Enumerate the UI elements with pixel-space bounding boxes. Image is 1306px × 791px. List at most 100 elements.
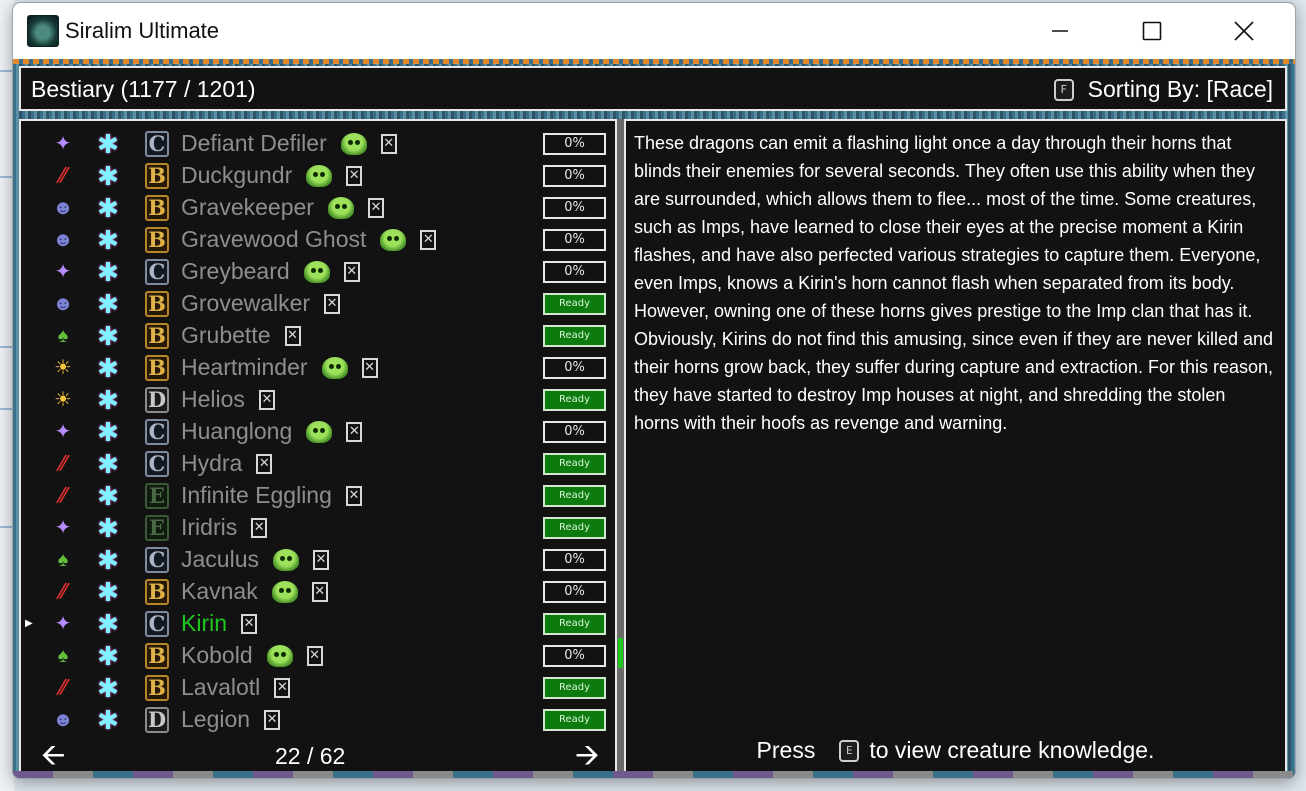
sparkle-race-icon: ✦: [54, 421, 72, 443]
window-title: Siralim Ultimate: [65, 18, 220, 43]
unchecked-box-icon: ✕: [345, 485, 362, 506]
class-star-icon: ✱: [97, 225, 119, 255]
unchecked-box-icon: ✕: [380, 133, 397, 154]
ready-badge: Ready: [543, 517, 606, 539]
creature-row[interactable]: ⫽ ✱ E Infinite Eggling ✕ Ready: [21, 480, 615, 512]
rank-icon: E: [145, 483, 169, 509]
rank-icon: E: [145, 515, 169, 541]
unchecked-box-icon: ✕: [256, 453, 273, 474]
creature-name-text: Defiant Defiler: [181, 130, 327, 156]
creature-row[interactable]: ♠ ✱ C Jaculus ✕ 0%: [21, 544, 615, 576]
creature-name-text: Gravekeeper: [181, 194, 314, 220]
unchecked-box-icon: ✕: [241, 613, 258, 634]
progress-badge: 0%: [543, 581, 606, 603]
bestiary-header: Bestiary (1177 / 1201) F Sorting By: [Ra…: [19, 66, 1287, 111]
creature-row[interactable]: ☻ ✱ B Gravekeeper ✕ 0%: [21, 192, 615, 224]
unchecked-box-icon: ✕: [312, 549, 329, 570]
creature-list[interactable]: ✦ ✱ C Defiant Defiler ✕ 0% ⫽ ✱ B Duckgundr ✕ 0% ☻ ✱ B G…: [19, 119, 617, 776]
rank-icon: C: [145, 419, 169, 445]
close-icon: [1234, 21, 1254, 41]
creature-row[interactable]: ✦ ✱ C Defiant Defiler ✕ 0%: [21, 128, 615, 160]
creature-row[interactable]: ✦ ✱ C Huanglong ✕ 0%: [21, 416, 615, 448]
class-star-icon: ✱: [97, 353, 119, 383]
creature-name-text: Helios: [181, 386, 245, 412]
goblin-icon: [306, 420, 333, 443]
pager: 🡨 22 / 62 🡪: [21, 741, 615, 771]
f-key-icon: F: [1053, 78, 1074, 101]
creature-name: Huanglong ✕: [181, 418, 363, 445]
creature-name-text: Kavnak: [181, 578, 258, 604]
creature-row[interactable]: ☀ ✱ B Heartminder ✕ 0%: [21, 352, 615, 384]
scrollbar[interactable]: [617, 119, 624, 776]
unchecked-box-icon: ✕: [306, 645, 323, 666]
creature-name-text: Hydra: [181, 450, 243, 476]
sparkle-race-icon: ✦: [54, 613, 72, 635]
sort-control[interactable]: F Sorting By: [Race]: [1053, 76, 1273, 103]
class-star-icon: ✱: [97, 161, 119, 191]
skull-race-icon: ☻: [52, 197, 74, 219]
claw-race-icon: ⫽: [55, 485, 71, 507]
rank-icon: B: [145, 355, 169, 381]
ready-badge: Ready: [543, 293, 606, 315]
maximize-button[interactable]: [1106, 3, 1198, 59]
creature-name: Kirin ✕: [181, 610, 258, 637]
creature-row[interactable]: ☀ ✱ D Helios ✕ Ready: [21, 384, 615, 416]
prompt-after: to view creature knowledge.: [869, 737, 1155, 763]
ready-badge: Ready: [543, 453, 606, 475]
creature-row[interactable]: ☻ ✱ B Grovewalker ✕ Ready: [21, 288, 615, 320]
unchecked-box-icon: ✕: [251, 517, 268, 538]
creature-name-text: Kobold: [181, 642, 253, 668]
creature-name: Kobold ✕: [181, 642, 323, 669]
scrollbar-thumb[interactable]: [618, 638, 623, 668]
creature-row[interactable]: ☻ ✱ D Legion ✕ Ready: [21, 704, 615, 736]
rank-icon: B: [145, 323, 169, 349]
claw-race-icon: ⫽: [55, 677, 71, 699]
prev-page-arrow-icon[interactable]: 🡨: [41, 741, 65, 771]
creature-row[interactable]: ⫽ ✱ C Hydra ✕ Ready: [21, 448, 615, 480]
knowledge-prompt: Press E to view creature knowledge.: [626, 737, 1285, 764]
description-panel: These dragons can emit a flashing light …: [624, 119, 1287, 776]
leaf-race-icon: ♠: [57, 645, 69, 667]
creature-row[interactable]: ⫽ ✱ B Duckgundr ✕ 0%: [21, 160, 615, 192]
ready-badge: Ready: [543, 709, 606, 731]
unchecked-box-icon: ✕: [346, 165, 363, 186]
selection-cursor-icon: ▶: [25, 618, 33, 629]
frame-border: [13, 59, 1295, 64]
rank-icon: B: [145, 227, 169, 253]
goblin-icon: [306, 164, 333, 187]
title-bar[interactable]: Siralim Ultimate: [13, 3, 1295, 59]
creature-name: Gravewood Ghost ✕: [181, 226, 437, 253]
creature-row[interactable]: ⫽ ✱ B Kavnak ✕ 0%: [21, 576, 615, 608]
creature-row[interactable]: ⫽ ✱ B Lavalotl ✕ Ready: [21, 672, 615, 704]
minimize-icon: [1052, 30, 1068, 32]
unchecked-box-icon: ✕: [284, 325, 301, 346]
sort-label: Sorting By: [Race]: [1087, 76, 1273, 102]
rank-icon: B: [145, 291, 169, 317]
claw-race-icon: ⫽: [55, 581, 71, 603]
frame-bottom: [13, 771, 1295, 778]
minimize-button[interactable]: [1014, 3, 1106, 59]
leaf-race-icon: ♠: [57, 549, 69, 571]
creature-name: Grovewalker ✕: [181, 290, 341, 317]
unchecked-box-icon: ✕: [367, 197, 384, 218]
creature-name-text: Heartminder: [181, 354, 308, 380]
creature-name-text: Gravewood Ghost: [181, 226, 367, 252]
game-window: Siralim Ultimate Bestiary (1177 / 1201) …: [12, 2, 1296, 779]
rank-icon: D: [145, 387, 169, 413]
class-star-icon: ✱: [97, 417, 119, 447]
creature-row[interactable]: ✦ ✱ C Greybeard ✕ 0%: [21, 256, 615, 288]
goblin-icon: [340, 132, 367, 155]
class-star-icon: ✱: [97, 193, 119, 223]
class-star-icon: ✱: [97, 289, 119, 319]
unchecked-box-icon: ✕: [311, 581, 328, 602]
creature-row[interactable]: ♠ ✱ B Grubette ✕ Ready: [21, 320, 615, 352]
creature-row[interactable]: ▶ ✦ ✱ C Kirin ✕ Ready: [21, 608, 615, 640]
next-page-arrow-icon[interactable]: 🡪: [575, 741, 599, 771]
close-button[interactable]: [1198, 3, 1290, 59]
creature-row[interactable]: ✦ ✱ E Iridris ✕ Ready: [21, 512, 615, 544]
creature-row[interactable]: ☻ ✱ B Gravewood Ghost ✕ 0%: [21, 224, 615, 256]
creature-row[interactable]: ♠ ✱ B Kobold ✕ 0%: [21, 640, 615, 672]
creature-name: Grubette ✕: [181, 322, 301, 349]
class-star-icon: ✱: [97, 705, 119, 735]
goblin-icon: [272, 548, 299, 571]
